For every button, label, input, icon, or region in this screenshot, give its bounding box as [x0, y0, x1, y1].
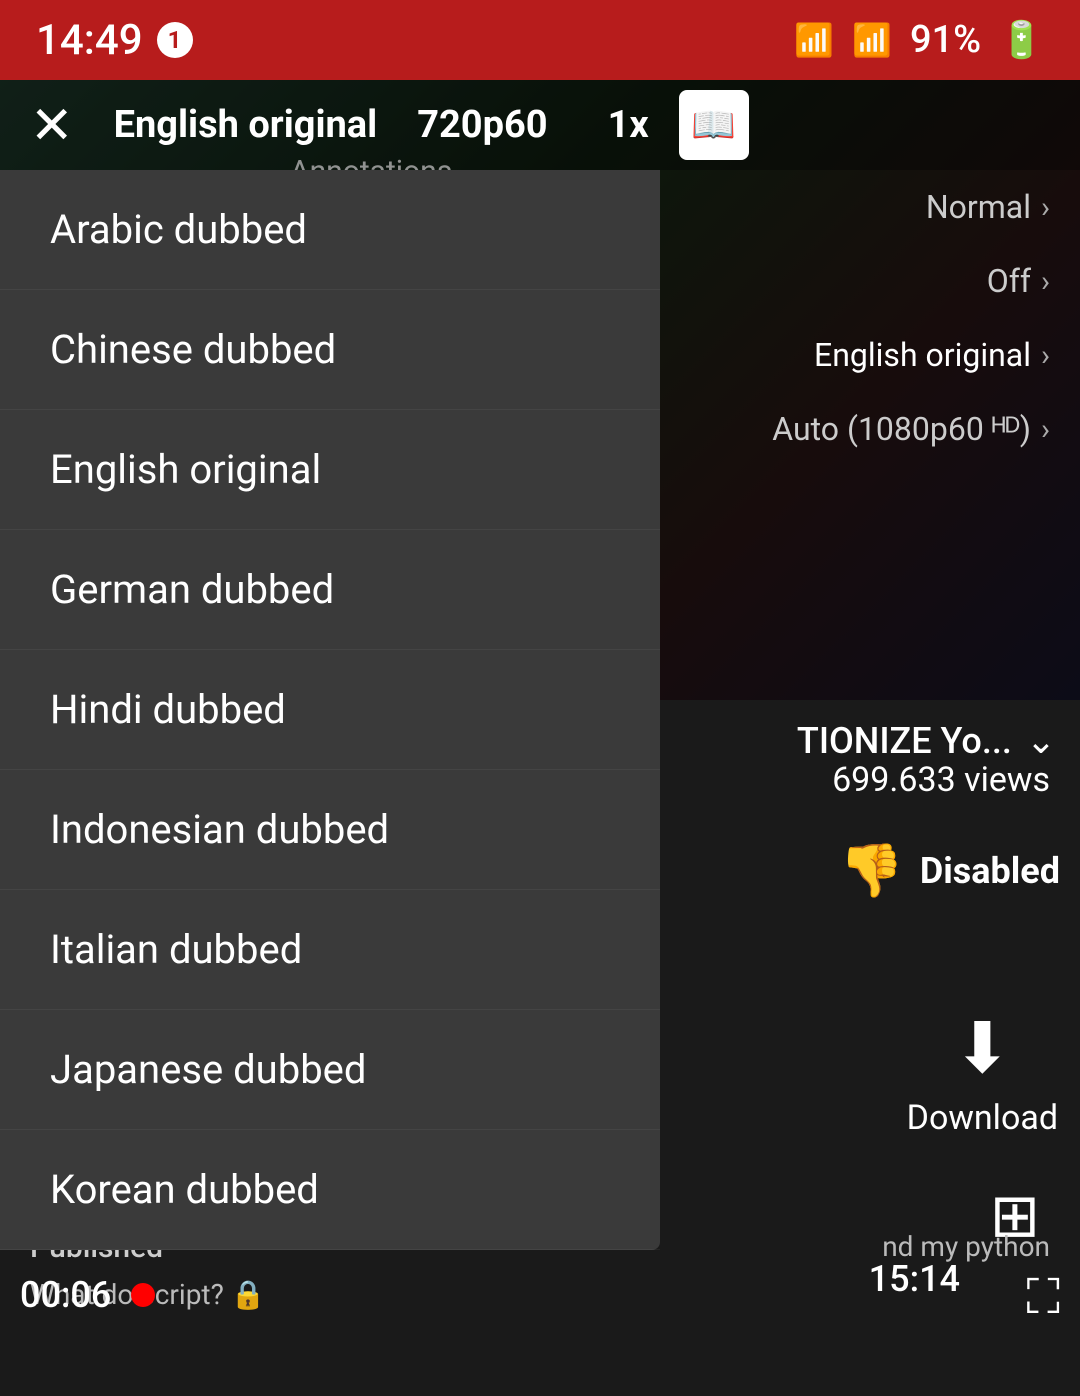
battery-icon: 🔋	[999, 19, 1044, 61]
download-icon: ⬇	[953, 1007, 1012, 1090]
language-item-arabic[interactable]: Arabic dubbed	[0, 170, 660, 290]
settings-quality-value: Auto (1080p60 ᴴᴰ)	[772, 410, 1031, 448]
disabled-badge: 👎 Disabled	[839, 840, 1060, 901]
settings-audio-arrow: ›	[1041, 338, 1050, 373]
chevron-down-icon[interactable]: ⌄	[1026, 720, 1056, 762]
notification-badge: 1	[157, 22, 193, 58]
settings-item-speed[interactable]: Normal ›	[660, 170, 1080, 244]
book-icon: 📖	[691, 104, 736, 146]
download-section[interactable]: ⬇ Download	[907, 1007, 1058, 1138]
settings-subtitles-arrow: ›	[1041, 264, 1050, 299]
language-item-german[interactable]: German dubbed	[0, 530, 660, 650]
settings-speed-arrow: ›	[1041, 190, 1050, 225]
wifi-icon: 📶	[794, 21, 834, 59]
settings-subtitles-value: Off	[987, 262, 1031, 300]
signal-icon: 📶	[852, 21, 892, 59]
player-quality: 720p60	[417, 103, 547, 147]
status-time: 14:49	[36, 16, 143, 65]
language-item-indonesian[interactable]: Indonesian dubbed	[0, 770, 660, 890]
language-item-japanese[interactable]: Japanese dubbed	[0, 1010, 660, 1130]
settings-panel: Normal › Off › English original › Auto (…	[660, 170, 1080, 466]
settings-item-quality[interactable]: Auto (1080p60 ᴴᴰ) ›	[660, 392, 1080, 466]
views-count: 699.633 views	[832, 760, 1050, 800]
language-item-english[interactable]: English original	[0, 410, 660, 530]
player-speed: 1x	[608, 103, 649, 147]
language-item-korean[interactable]: Korean dubbed	[0, 1130, 660, 1250]
player-title: English original	[114, 103, 378, 147]
thumbs-down-icon[interactable]: 👎	[839, 840, 904, 901]
close-button[interactable]: ✕	[30, 95, 74, 156]
settings-quality-arrow: ›	[1041, 412, 1050, 447]
download-label: Download	[907, 1098, 1058, 1138]
settings-item-audio[interactable]: English original ›	[660, 318, 1080, 392]
progress-dot	[131, 1283, 155, 1307]
python-text: nd my python	[882, 1230, 1050, 1263]
video-title-text: TIONIZE Yo...	[797, 720, 1012, 762]
language-item-hindi[interactable]: Hindi dubbed	[0, 650, 660, 770]
battery-indicator: 91%	[910, 18, 981, 62]
status-bar: 14:49 1 📶 📶 91% 🔋	[0, 0, 1080, 80]
settings-speed-value: Normal	[926, 188, 1031, 226]
language-item-chinese[interactable]: Chinese dubbed	[0, 290, 660, 410]
settings-item-subtitles[interactable]: Off ›	[660, 244, 1080, 318]
disabled-label: Disabled	[920, 850, 1060, 892]
current-time: 00:06	[20, 1274, 111, 1316]
settings-audio-value: English original	[814, 336, 1031, 374]
status-left: 14:49 1	[36, 16, 193, 65]
status-right: 📶 📶 91% 🔋	[794, 18, 1044, 62]
language-dropdown[interactable]: Arabic dubbed Chinese dubbed English ori…	[0, 170, 660, 1250]
caption-icon[interactable]: 📖	[679, 90, 749, 160]
language-item-italian[interactable]: Italian dubbed	[0, 890, 660, 1010]
player-header: ✕ English original 720p60 1x 📖	[0, 80, 1080, 170]
video-controls: 00:06	[0, 1274, 1080, 1316]
